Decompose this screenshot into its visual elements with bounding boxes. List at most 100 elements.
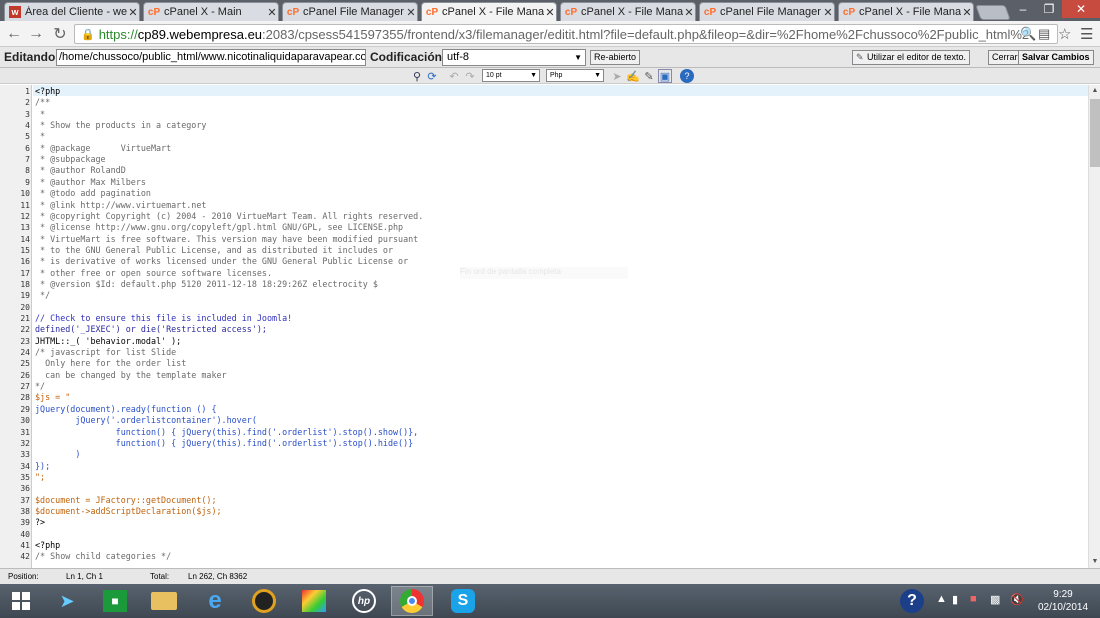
scroll-thumb[interactable] bbox=[1090, 99, 1100, 167]
browser-tab[interactable]: cP cPanel X - File Manag ✕ bbox=[421, 2, 557, 21]
line-number: 19 bbox=[20, 291, 30, 301]
reopen-button[interactable]: Re-abierto bbox=[590, 50, 641, 65]
forward-icon[interactable]: → bbox=[26, 24, 46, 44]
tab-title: Área del Cliente - web bbox=[25, 6, 127, 18]
minimize-button[interactable]: – bbox=[1010, 0, 1036, 18]
code-line: <?php bbox=[35, 540, 61, 550]
reload-icon[interactable]: ↻ bbox=[50, 24, 70, 44]
syntax-value: Php bbox=[550, 72, 563, 79]
help-tray-icon[interactable]: ? bbox=[900, 589, 924, 613]
back-icon[interactable]: ← bbox=[4, 24, 24, 44]
editing-label: Editando: bbox=[4, 50, 60, 64]
chrome-icon[interactable] bbox=[391, 586, 433, 616]
vertical-scrollbar[interactable]: ▲ ▼ bbox=[1088, 85, 1100, 568]
line-number: 4 bbox=[25, 121, 30, 131]
code-line: function() { jQuery(this).find('.orderli… bbox=[35, 426, 419, 437]
search-icon[interactable]: 🔍 bbox=[1020, 25, 1036, 43]
code-line: Only here for the order list bbox=[35, 358, 187, 369]
line-number: 37 bbox=[20, 495, 30, 505]
star-icon[interactable]: ☆ bbox=[1058, 25, 1071, 43]
start-icon[interactable] bbox=[0, 586, 42, 616]
browser-tab[interactable]: cP cPanel File Manager v ✕ bbox=[282, 2, 418, 21]
translate-icon[interactable]: ▤ bbox=[1038, 25, 1050, 43]
hp-icon[interactable]: hp bbox=[343, 586, 385, 616]
code-editor[interactable]: 1 2 3 4 5 6 7 8 9 10 11 12 13 14 15 16 17 18 19 20 21 22 23 24 2… bbox=[0, 85, 1088, 568]
signal-icon[interactable]: ▩ bbox=[990, 593, 1000, 606]
tab-close-icon[interactable]: ✕ bbox=[127, 6, 139, 19]
file-explorer-icon[interactable] bbox=[143, 586, 185, 616]
save-changes-button[interactable]: Salvar Cambios bbox=[1018, 50, 1094, 65]
line-number: 30 bbox=[20, 416, 30, 426]
reset-icon[interactable]: ✎ bbox=[642, 69, 656, 83]
close-editor-button[interactable]: Cerrar bbox=[988, 50, 1022, 65]
code-line: * @link http://www.virtuemart.net bbox=[35, 199, 207, 210]
code-line: * @version $Id: default.php 5120 2011-12… bbox=[35, 278, 378, 289]
fullscreen-icon[interactable]: ▣ bbox=[658, 69, 672, 83]
rocket-icon[interactable]: ➤ bbox=[46, 586, 88, 616]
tab-close-icon[interactable]: ✕ bbox=[544, 6, 556, 19]
tab-favicon-icon: cP bbox=[286, 6, 300, 18]
code-line: */ bbox=[35, 290, 51, 301]
code-line: defined('_JEXEC') or die('Restricted acc… bbox=[35, 324, 267, 335]
redo-icon[interactable]: ↷ bbox=[463, 69, 477, 83]
tab-close-icon[interactable]: ✕ bbox=[266, 6, 278, 19]
line-number: 36 bbox=[20, 484, 30, 494]
line-number: 20 bbox=[20, 302, 30, 312]
highlight-icon[interactable]: ➤ bbox=[610, 69, 624, 83]
line-number: 32 bbox=[20, 438, 30, 448]
photo-app-icon[interactable] bbox=[293, 586, 335, 616]
search-icon[interactable]: ⚲ bbox=[410, 69, 424, 83]
browser-tab[interactable]: cP cPanel File Manager v ✕ bbox=[699, 2, 835, 21]
maximize-button[interactable]: ❐ bbox=[1036, 0, 1062, 18]
tab-close-icon[interactable]: ✕ bbox=[961, 6, 973, 19]
line-number: 24 bbox=[20, 348, 30, 358]
undo-icon[interactable]: ↶ bbox=[447, 69, 461, 83]
browser-tab[interactable]: w Área del Cliente - web ✕ bbox=[4, 2, 140, 21]
tab-close-icon[interactable]: ✕ bbox=[683, 6, 695, 19]
menu-icon[interactable]: ☰ bbox=[1080, 25, 1093, 43]
text-editor-button[interactable]: ✎ Utilizar el editor de texto. bbox=[852, 50, 971, 65]
store-icon[interactable]: ■ bbox=[94, 586, 136, 616]
goto-icon[interactable]: ⟳ bbox=[425, 69, 439, 83]
browser-tab[interactable]: cP cPanel X - File Manag ✕ bbox=[838, 2, 974, 21]
clock[interactable]: 9:29 02/10/2014 bbox=[1032, 588, 1094, 614]
line-number: 27 bbox=[20, 382, 30, 392]
syntax-select[interactable]: Php ▼ bbox=[546, 69, 604, 82]
close-window-button[interactable]: ✕ bbox=[1062, 0, 1100, 18]
line-number: 22 bbox=[20, 325, 30, 335]
tab-favicon-icon: cP bbox=[425, 6, 439, 18]
encoding-value: utf-8 bbox=[447, 51, 470, 63]
code-line: * @todo add pagination bbox=[35, 188, 151, 199]
internet-explorer-icon[interactable]: e bbox=[194, 586, 236, 616]
code-line: // Check to ensure this file is included… bbox=[35, 313, 293, 323]
help-icon[interactable]: ? bbox=[680, 69, 694, 83]
code-line: jQuery('.orderlistcontainer').hover( bbox=[35, 415, 257, 426]
code-line: $document = JFactory::getDocument(); bbox=[35, 494, 217, 505]
new-tab-button[interactable] bbox=[975, 5, 1011, 20]
code-line: $js = " bbox=[35, 392, 71, 403]
line-number: 23 bbox=[20, 336, 30, 346]
line-number: 28 bbox=[20, 393, 30, 403]
line-number: 8 bbox=[25, 166, 30, 176]
tab-favicon-icon: cP bbox=[564, 6, 578, 18]
scroll-up-icon[interactable]: ▲ bbox=[1089, 85, 1100, 97]
skype-icon[interactable]: S bbox=[442, 586, 484, 616]
browser-tab[interactable]: cP cPanel X - File Manag ✕ bbox=[560, 2, 696, 21]
brush-icon[interactable]: ✍ bbox=[626, 69, 640, 83]
scroll-down-icon[interactable]: ▼ bbox=[1089, 556, 1100, 568]
security-icon[interactable]: ■ bbox=[970, 593, 977, 605]
tab-close-icon[interactable]: ✕ bbox=[822, 6, 834, 19]
tab-close-icon[interactable]: ✕ bbox=[405, 6, 417, 19]
code-line: /* javascript for list Slide bbox=[35, 347, 177, 358]
file-path-field[interactable]: /home/chussoco/public_html/www.nicotinal… bbox=[56, 49, 366, 66]
tab-title: cPanel X - Main bbox=[164, 6, 242, 18]
url-input[interactable]: 🔒 https://cp89.webempresa.eu:2083/cpsess… bbox=[74, 24, 1058, 44]
volume-icon[interactable]: 🔇 bbox=[1010, 593, 1024, 606]
show-hidden-icons[interactable]: ▲ bbox=[936, 593, 947, 605]
media-icon[interactable] bbox=[243, 586, 285, 616]
browser-tab[interactable]: cP cPanel X - Main ✕ bbox=[143, 2, 279, 21]
line-number: 34 bbox=[20, 461, 30, 471]
line-number: 33 bbox=[20, 450, 30, 460]
encoding-select[interactable]: utf-8 ▼ bbox=[442, 49, 586, 66]
font-size-select[interactable]: 10 pt ▼ bbox=[482, 69, 540, 82]
